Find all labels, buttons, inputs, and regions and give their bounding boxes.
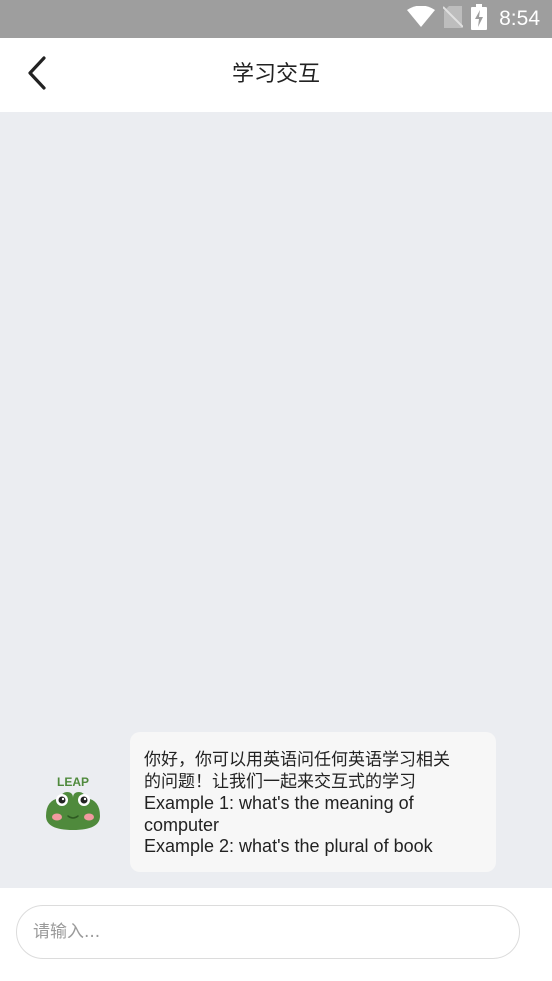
message-line: computer: [144, 814, 220, 835]
message-line: Example 1: what's the meaning of: [144, 793, 414, 813]
battery-charging-icon: [471, 4, 488, 34]
status-icons: 8:54: [407, 0, 540, 38]
header: 学习交互: [0, 38, 552, 112]
message-line: Example 2: what's the plural of book: [144, 836, 433, 856]
page-title: 学习交互: [231, 62, 320, 87]
chevron-left-icon: [26, 56, 48, 94]
back-button[interactable]: [14, 52, 60, 98]
input-bar: [0, 888, 552, 981]
message-line: 你好，你可以用英语问任何英语学习相关: [144, 750, 450, 770]
message-input[interactable]: [16, 905, 520, 959]
message-line: 的问题！让我们一起来交互式的学习: [144, 771, 416, 792]
avatar-label: LEAP: [57, 775, 89, 789]
no-sim-icon: [442, 5, 464, 33]
status-time: 8:54: [499, 7, 540, 30]
message-bubble: 你好，你可以用英语问任何英语学习相关 的问题！让我们一起来交互式的学习 Exam…: [130, 732, 496, 872]
avatar: LEAP: [40, 770, 106, 836]
chat-area[interactable]: LEAP 你好，你可以用英语问任何英语学习相关 的问题！让我们一起来交互式的学习…: [0, 112, 552, 888]
status-bar: 8:54: [0, 0, 552, 38]
wifi-icon: [407, 5, 436, 32]
